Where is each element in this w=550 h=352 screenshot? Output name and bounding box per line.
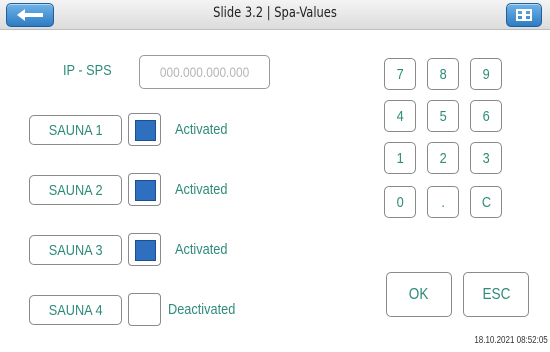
- esc-label: ESC: [482, 285, 510, 303]
- key-8[interactable]: 8: [427, 58, 459, 90]
- grid-icon: [516, 9, 532, 21]
- sauna-2-toggle-fill: [135, 180, 156, 201]
- sauna-1-label: SAUNA 1: [48, 121, 103, 139]
- key-7-label: 7: [396, 65, 404, 83]
- key-clear-label: C: [481, 193, 491, 211]
- key-2-label: 2: [439, 149, 447, 167]
- key-0[interactable]: 0: [384, 186, 416, 218]
- sauna-3-status: Activated: [175, 241, 228, 258]
- sauna-2-status: Activated: [175, 181, 228, 198]
- key-dot[interactable]: .: [427, 186, 459, 218]
- esc-button[interactable]: ESC: [463, 272, 529, 317]
- sauna-2-button[interactable]: SAUNA 2: [29, 175, 122, 205]
- timestamp: 18.10.2021 08:52:05: [474, 335, 548, 346]
- key-6[interactable]: 6: [470, 100, 502, 132]
- key-9-label: 9: [482, 65, 490, 83]
- key-4-label: 4: [396, 107, 404, 125]
- sauna-2-toggle[interactable]: [128, 173, 161, 206]
- sauna-1-toggle[interactable]: [128, 113, 161, 146]
- key-7[interactable]: 7: [384, 58, 416, 90]
- sauna-4-toggle[interactable]: [128, 293, 161, 326]
- sauna-4-label: SAUNA 4: [48, 301, 103, 319]
- ip-placeholder: 000.000.000.000: [159, 64, 250, 80]
- key-9[interactable]: 9: [470, 58, 502, 90]
- key-4[interactable]: 4: [384, 100, 416, 132]
- menu-button[interactable]: [506, 3, 542, 27]
- ok-button[interactable]: OK: [386, 272, 452, 317]
- key-1-label: 1: [396, 149, 404, 167]
- key-5[interactable]: 5: [427, 100, 459, 132]
- back-button[interactable]: [6, 3, 54, 27]
- key-clear[interactable]: C: [470, 186, 502, 218]
- key-3-label: 3: [482, 149, 490, 167]
- key-3[interactable]: 3: [470, 142, 502, 174]
- sauna-3-label: SAUNA 3: [48, 241, 103, 259]
- key-5-label: 5: [439, 107, 447, 125]
- sauna-3-button[interactable]: SAUNA 3: [29, 235, 122, 265]
- key-1[interactable]: 1: [384, 142, 416, 174]
- sauna-3-toggle[interactable]: [128, 233, 161, 266]
- ok-label: OK: [409, 285, 429, 303]
- ip-input[interactable]: 000.000.000.000: [139, 55, 270, 89]
- title-bar: Slide 3.2 | Spa-Values: [0, 0, 550, 30]
- key-0-label: 0: [396, 193, 404, 211]
- key-8-label: 8: [439, 65, 447, 83]
- sauna-3-toggle-fill: [135, 240, 156, 261]
- sauna-1-button[interactable]: SAUNA 1: [29, 115, 122, 145]
- sauna-4-status: Deactivated: [168, 301, 236, 318]
- key-6-label: 6: [482, 107, 490, 125]
- sauna-4-button[interactable]: SAUNA 4: [29, 295, 122, 325]
- key-dot-label: .: [441, 193, 445, 211]
- sauna-1-status: Activated: [175, 121, 228, 138]
- page-title: Slide 3.2 | Spa-Values: [213, 5, 337, 21]
- sauna-1-toggle-fill: [135, 120, 156, 141]
- key-2[interactable]: 2: [427, 142, 459, 174]
- arrow-left-icon: [17, 9, 43, 21]
- sauna-2-label: SAUNA 2: [48, 181, 103, 199]
- ip-label: IP - SPS: [63, 62, 112, 79]
